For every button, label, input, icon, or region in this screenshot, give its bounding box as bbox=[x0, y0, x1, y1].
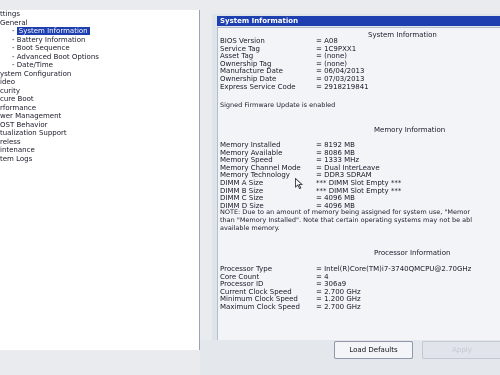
tree-item-label: Advanced Boot Options bbox=[16, 52, 99, 61]
system-info-heading: System Information bbox=[368, 31, 437, 39]
memory-note-line-3: available memory. bbox=[220, 224, 280, 232]
mouse-cursor-icon bbox=[295, 178, 303, 189]
info-value: = 2.700 GHz bbox=[316, 303, 361, 311]
tree-item[interactable]: ttings bbox=[0, 10, 199, 19]
settings-tree: ttings General ‐ System Information ‐ Batte… bbox=[0, 10, 200, 350]
tree-item[interactable]: rformance bbox=[0, 104, 199, 113]
tree-item[interactable]: ‐ Date/Time bbox=[0, 61, 199, 70]
tree-item[interactable]: reless bbox=[0, 138, 199, 147]
panel-title: System Information bbox=[217, 16, 500, 26]
tree-item-label: ttings bbox=[0, 10, 20, 18]
bios-setup-screen: ttings General ‐ System Information ‐ Batte… bbox=[0, 0, 500, 375]
system-information-panel: System Information System Information BI… bbox=[212, 14, 500, 341]
panel-content: System Information BIOS Version = A08 Serv… bbox=[217, 27, 500, 341]
info-row: Maximum Clock Speed = 2.700 GHz bbox=[220, 303, 361, 312]
tree-item-label: rformance bbox=[0, 103, 37, 112]
tree-item[interactable]: tem Logs bbox=[0, 155, 199, 164]
tree-item-label: cure Boot bbox=[0, 95, 34, 103]
info-value: = Intel(R)Core(TM)i7-3740QMCPU@2.70GHz bbox=[316, 265, 472, 273]
tree-item-label: Date/Time bbox=[16, 61, 53, 69]
tree-item-label: OST Behavior bbox=[0, 120, 48, 129]
tree-item[interactable]: ‐ Boot Sequence bbox=[0, 44, 199, 53]
tree-item-label: Battery Information bbox=[16, 35, 86, 44]
tree-item-label: tem Logs bbox=[0, 154, 33, 163]
tree-item[interactable]: cure Boot bbox=[0, 95, 199, 104]
info-row: Express Service Code = 2918219841 bbox=[220, 82, 369, 92]
tree-item-label: General bbox=[0, 18, 28, 27]
info-label: Express Service Code bbox=[220, 82, 296, 91]
info-value: = 2918219841 bbox=[316, 82, 369, 91]
tree-item-label: tualization Support bbox=[0, 129, 67, 137]
tree-item-label: System Information bbox=[16, 27, 90, 35]
tree-item-label: ystem Configuration bbox=[0, 69, 72, 78]
memory-note-line-2: than "Memory Installed". Note that certa… bbox=[220, 216, 473, 224]
tree-item[interactable]: intenance bbox=[0, 146, 199, 155]
tree-item[interactable]: ‐ Battery Information bbox=[0, 36, 199, 45]
tree-item[interactable]: General bbox=[0, 19, 199, 28]
info-label: Maximum Clock Speed bbox=[220, 303, 300, 311]
tree-item-label: ideo bbox=[0, 78, 15, 86]
memory-info-heading: Memory Information bbox=[374, 126, 446, 134]
tree-item[interactable]: OST Behavior bbox=[0, 121, 199, 130]
tree-item[interactable]: curity bbox=[0, 87, 199, 96]
tree-item[interactable]: ‐ Advanced Boot Options bbox=[0, 53, 199, 62]
memory-note-line-1: NOTE: Due to an amount of memory being a… bbox=[220, 208, 470, 216]
processor-info-heading: Processor Information bbox=[374, 249, 451, 257]
tree-item[interactable]: tualization Support bbox=[0, 129, 199, 138]
tree-item[interactable]: ideo bbox=[0, 78, 199, 87]
tree-item-label: wer Management bbox=[0, 112, 62, 120]
tree-item-label: reless bbox=[0, 137, 21, 146]
apply-button[interactable]: Apply bbox=[422, 341, 500, 359]
tree-item-label: curity bbox=[0, 86, 20, 95]
firmware-status: Signed Firmware Update is enabled bbox=[220, 101, 336, 109]
tree-item-label: intenance bbox=[0, 146, 35, 154]
tree-item-label: Boot Sequence bbox=[16, 44, 70, 52]
load-defaults-button[interactable]: Load Defaults bbox=[334, 341, 413, 359]
tree-item[interactable]: wer Management bbox=[0, 112, 199, 121]
tree-item[interactable]: ‐ System Information bbox=[0, 27, 199, 36]
tree-item[interactable]: ystem Configuration bbox=[0, 70, 199, 79]
bottom-button-bar: Load Defaults Apply bbox=[200, 340, 500, 375]
